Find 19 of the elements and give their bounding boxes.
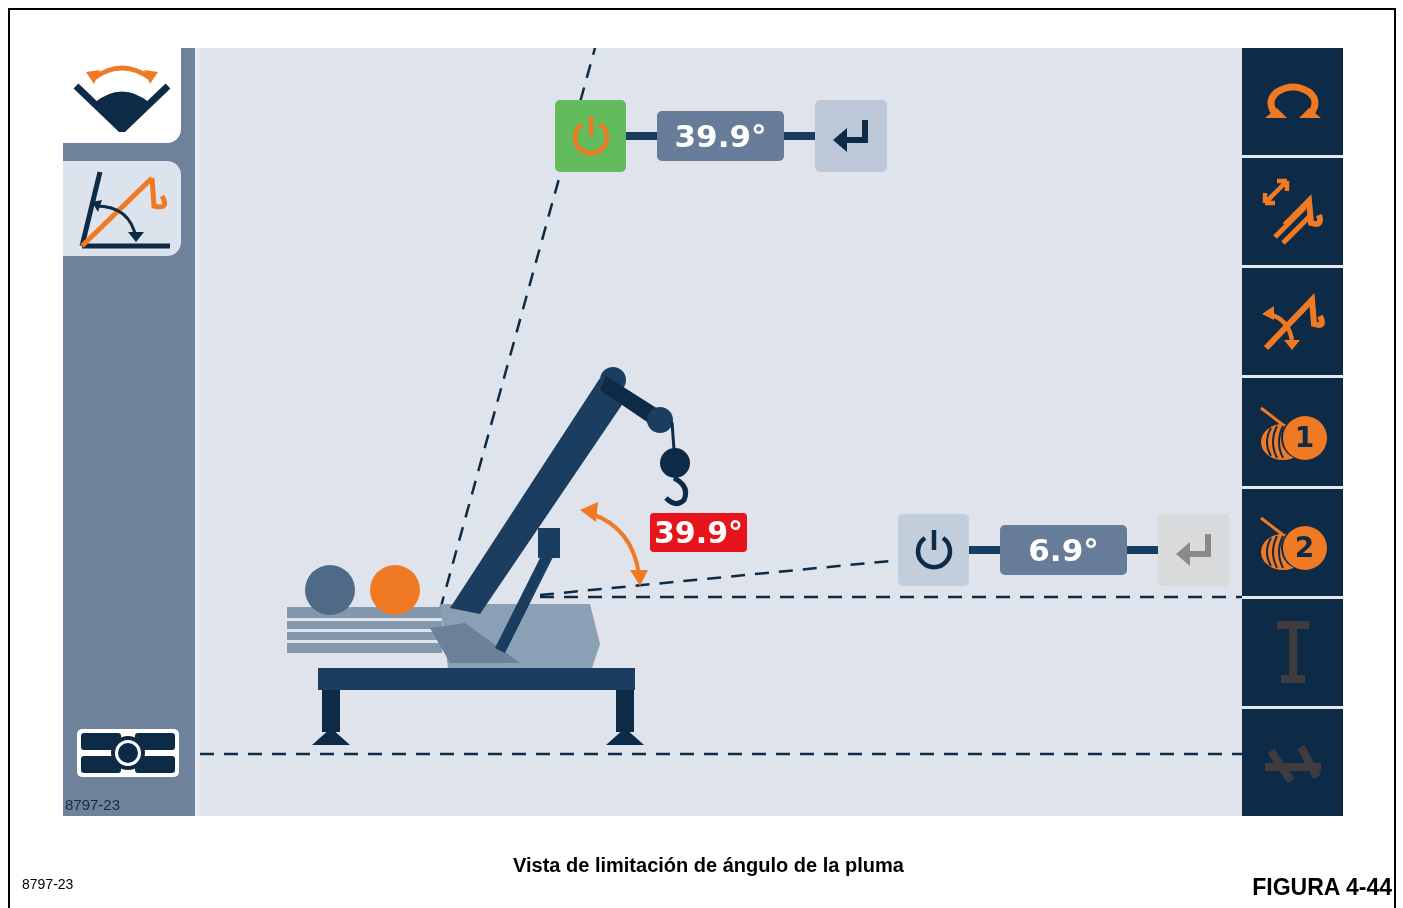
function-button[interactable] <box>1242 158 1343 266</box>
function-button[interactable]: 2 <box>1242 488 1343 596</box>
figure-label: FIGURA 4-44 <box>1252 874 1392 901</box>
function-button[interactable] <box>1242 48 1343 156</box>
mode-tab[interactable] <box>63 161 181 256</box>
outrigger-icon <box>75 727 181 779</box>
telescope-icon <box>1260 176 1325 247</box>
figure-caption: Vista de limitación de ángulo de la pluma <box>513 854 904 877</box>
enter-button[interactable] <box>815 100 887 172</box>
limit-value-field[interactable]: 6.9° <box>1000 525 1127 575</box>
function-button[interactable] <box>1242 268 1343 376</box>
enter-icon <box>831 118 871 154</box>
figure-code: 8797-23 <box>22 876 74 892</box>
enter-icon <box>1174 532 1214 568</box>
function-button[interactable]: 1 <box>1242 378 1343 486</box>
limit-power-button[interactable] <box>898 514 969 586</box>
limit-value-field[interactable]: 39.9° <box>657 111 784 161</box>
boom-angle-readout: 39.9° <box>650 513 748 552</box>
image-code: 8797-23 <box>65 796 121 813</box>
